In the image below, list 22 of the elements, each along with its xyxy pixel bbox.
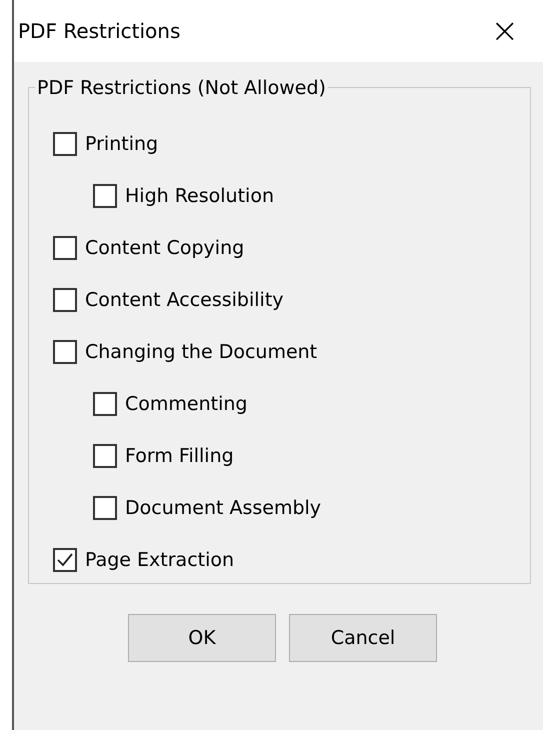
checkbox[interactable] [93, 496, 117, 520]
dialog-button[interactable]: Cancel [289, 614, 437, 662]
checkbox-label[interactable]: Changing the Document [85, 338, 318, 366]
checkbox[interactable] [53, 132, 77, 156]
checkbox-label[interactable]: Commenting [125, 390, 248, 418]
checkbox-label[interactable]: Form Filling [125, 442, 234, 470]
checkbox-label[interactable]: High Resolution [125, 182, 274, 210]
close-button[interactable]: × [484, 14, 525, 48]
checkbox-label[interactable]: Content Copying [85, 234, 244, 262]
checkbox[interactable] [53, 236, 77, 260]
checkbox[interactable] [93, 444, 117, 468]
checkbox[interactable] [93, 392, 117, 416]
checkbox[interactable] [93, 184, 117, 208]
checkbox-label[interactable]: Printing [85, 130, 158, 158]
checkbox[interactable] [53, 288, 77, 312]
checkbox-label[interactable]: Page Extraction [85, 546, 234, 574]
checkbox[interactable] [53, 340, 77, 364]
checkbox[interactable] [53, 548, 77, 572]
window-title: PDF Restrictions [18, 18, 180, 45]
dialog-button[interactable]: OK [128, 614, 276, 662]
checkbox-label[interactable]: Document Assembly [125, 494, 322, 522]
checkbox-label[interactable]: Content Accessibility [85, 286, 284, 314]
